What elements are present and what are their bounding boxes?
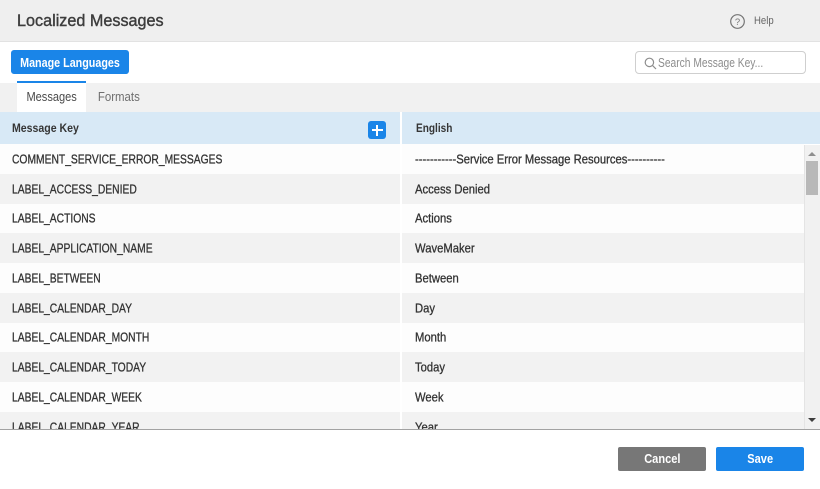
svg-text:?: ? (735, 17, 740, 28)
